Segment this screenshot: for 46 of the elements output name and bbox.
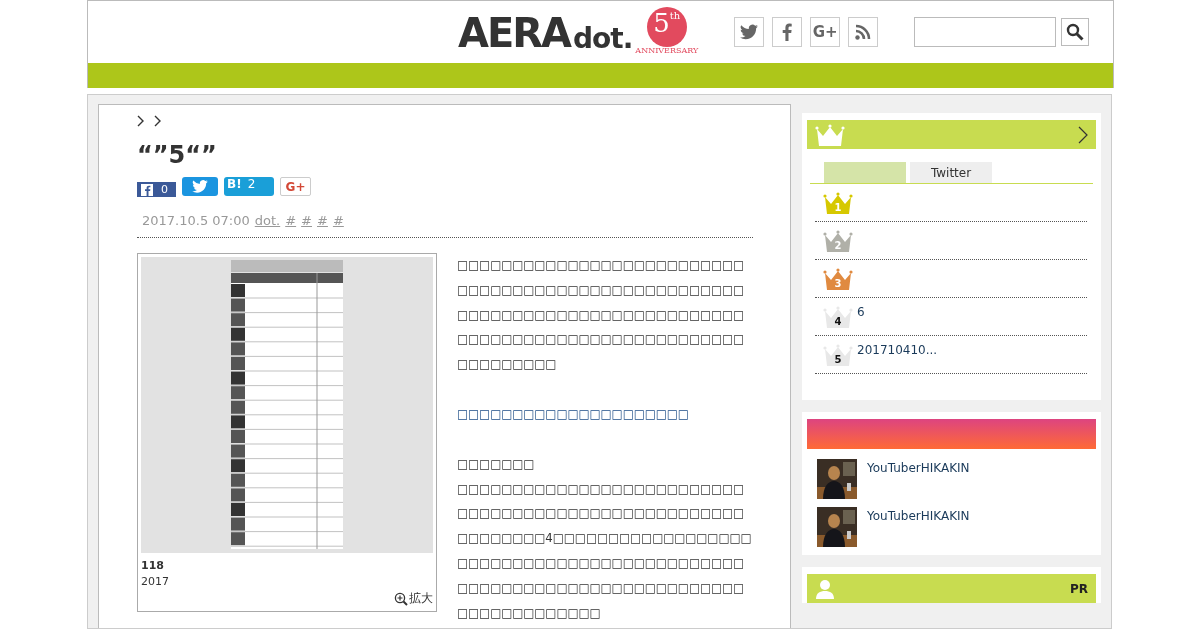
twitter-link[interactable] [734,17,765,47]
facebook-share-button[interactable]: 0 [137,182,176,197]
twitter-icon [740,24,759,40]
search-field[interactable] [914,17,1057,47]
figure-caption: 2017 [141,575,169,588]
person-icon [815,578,835,599]
search-icon [1066,23,1085,41]
rank-number: 4 [833,316,843,328]
chevron-icon [154,115,162,127]
rank-number: 5 [833,354,843,366]
pr-label: PR [1069,581,1088,596]
rank-number: 2 [833,240,843,252]
chevron-icon [137,115,145,127]
anniversary-suffix: th [669,11,681,21]
google-plus-link[interactable]: G+ [810,17,841,47]
video-link[interactable]: YouTuberHIKAKIN [867,461,970,475]
ranking-tab[interactable]: Twitter [910,162,992,183]
tweet-button[interactable] [182,177,218,196]
anniversary-number: 5 [653,7,670,40]
facebook-link[interactable] [772,17,803,47]
article-title: “”5“” [137,143,217,167]
anniversary-text: ANNIVERSARY [635,47,699,55]
bird-icon [192,180,208,193]
ranking-link[interactable]: 6 [857,305,865,319]
facebook-icon [782,23,793,41]
figure-caption-title: 118 [141,559,164,572]
body-paragraph: □□□□□□□□□□□□□□□□□□□□□□□□□□□□□□□□□□□□□□□□□□□□□□□□□□□□□□□□□□□□4□□□□□□□□□□□□□□□□□□□□□□□□□□□□□□□□□□□□□□□□□□□□□□□□□□□□□□□□□□□□□□□□□□□□□□□□□□□□□□□□□□□ [457,480,752,622]
rss-link[interactable] [848,17,879,47]
enlarge-link[interactable]: 拡大 [394,590,433,607]
article-link[interactable]: □□□□□□□□□□□□□□□□□□□□□ [457,407,689,421]
crown-icon [815,123,845,146]
google-plus-button[interactable]: G+ [280,177,311,196]
rss-icon [855,24,872,40]
logo-wordmark[interactable]: AERA [458,13,571,53]
search-button[interactable] [1061,18,1090,46]
facebook-icon [141,183,153,196]
body-paragraph: □□□□□□□□□□□□□□□□□□□□□□□□□□□□□□□□□□□□□□□□□□□□□□□□□□□□□□□□□□□□□□□□□□□□□□□□□□□□□□□□□□□□□□□□□□□□□□□□□□□□□□□□□□□□□□□□□ [457,257,746,374]
logo-suffix[interactable]: dot. [573,25,633,53]
video-link[interactable]: YouTuberHIKAKIN [867,509,970,523]
rank-number: 3 [833,278,843,290]
publish-date: 2017.10.5 07:00 [142,213,250,228]
ranking-link[interactable]: 201710410... [857,343,938,357]
rank-number: 1 [833,202,843,214]
zoom-in-icon [394,591,408,606]
section-heading: □□□□□□□ [457,455,535,473]
chevron-icon[interactable] [1078,125,1088,144]
